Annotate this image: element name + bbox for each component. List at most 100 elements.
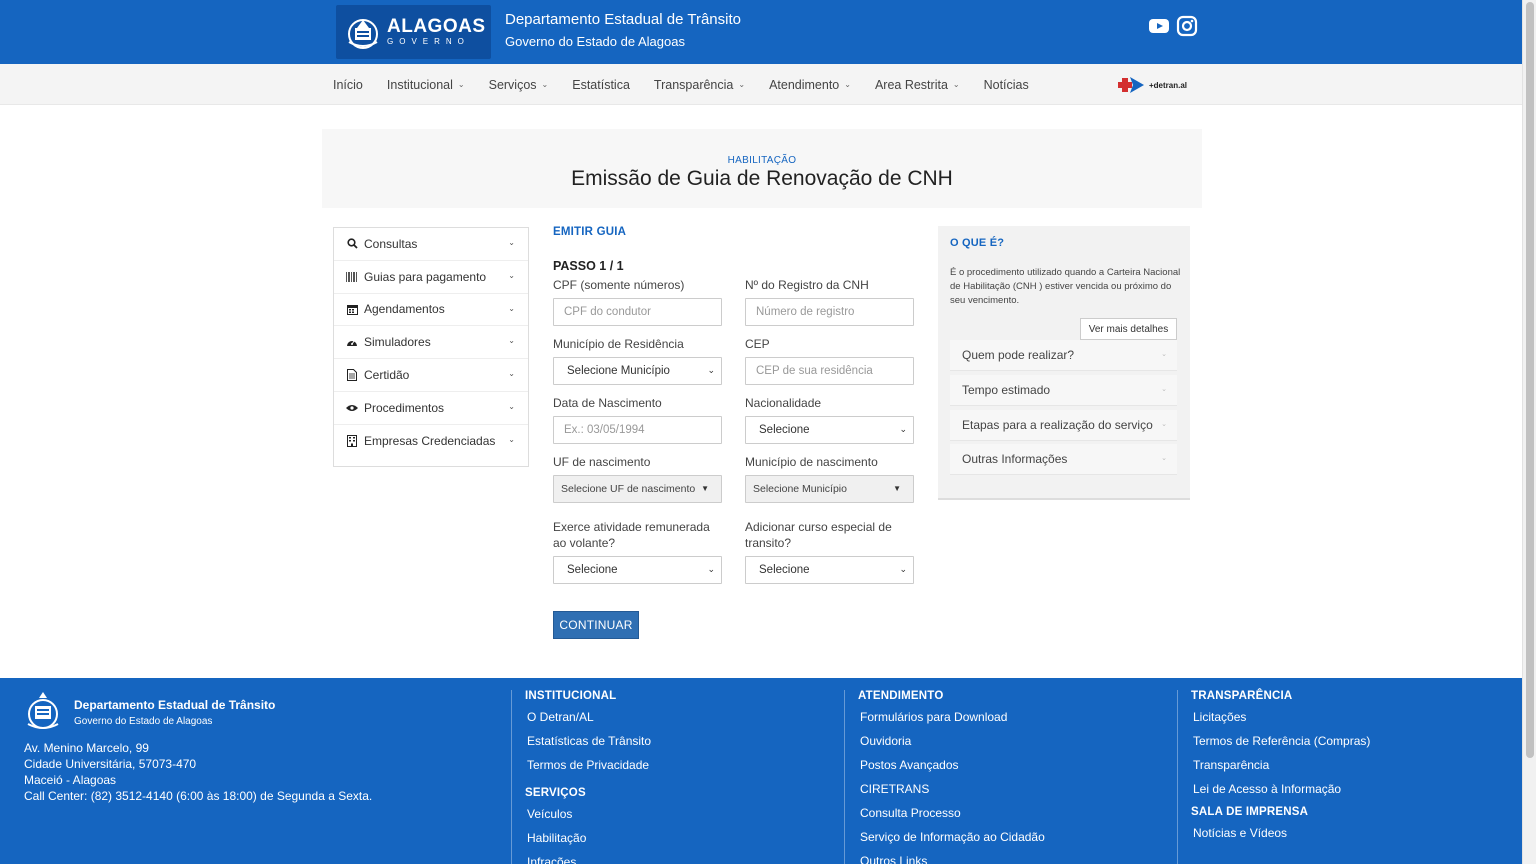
- footer-link[interactable]: Notícias e Vídeos: [1191, 821, 1370, 845]
- nav-servicos[interactable]: Serviços ⌄: [489, 78, 549, 92]
- nacionalidade-group: Nacionalidade Selecione ⌄: [745, 395, 914, 444]
- alagoas-logo[interactable]: ALAGOAS GOVERNO: [336, 5, 491, 59]
- service-info-panel: O QUE É? É o procedimento utilizado quan…: [938, 226, 1190, 500]
- footer-link[interactable]: Postos Avançados: [858, 753, 1045, 777]
- chevron-down-icon: ⌄: [541, 80, 549, 89]
- youtube-icon[interactable]: [1148, 15, 1170, 37]
- chevron-down-icon: ⌄: [952, 80, 960, 89]
- footer-link[interactable]: Ouvidoria: [858, 729, 1045, 753]
- municipio-residencia-select[interactable]: Selecione Município ⌄: [553, 357, 722, 385]
- chevron-down-icon: ⌄: [1161, 421, 1167, 428]
- info-heading: O QUE É?: [950, 237, 1005, 249]
- nav-atendimento[interactable]: Atendimento ⌄: [769, 78, 851, 92]
- footer-link[interactable]: Serviço de Informação ao Cidadão: [858, 825, 1045, 849]
- nascimento-field-group: Data de Nascimento Ex.: 03/05/1994: [553, 395, 722, 444]
- curso-especial-group: Adicionar curso especial de transito? Se…: [745, 519, 914, 584]
- chevron-down-icon: ⌄: [508, 336, 515, 346]
- nav-inicio[interactable]: Início: [333, 78, 363, 92]
- atividade-remunerada-select[interactable]: Selecione ⌄: [553, 556, 722, 584]
- page-scrollbar[interactable]: [1522, 0, 1536, 864]
- footer-link[interactable]: Habilitação: [525, 826, 651, 850]
- chevron-down-icon: ⌄: [508, 270, 515, 280]
- accordion-etapas[interactable]: Etapas para a realização do serviço ⌄: [950, 410, 1177, 441]
- nav-area-restrita[interactable]: Area Restrita ⌄: [875, 78, 960, 92]
- chevron-down-icon: ⌄: [707, 365, 715, 375]
- nacionalidade-select[interactable]: Selecione ⌄: [745, 416, 914, 444]
- detran-al-logo[interactable]: +detran.al: [1118, 75, 1187, 95]
- footer-link[interactable]: Infrações: [525, 850, 651, 864]
- chevron-down-icon: ⌄: [899, 424, 907, 434]
- footer-link[interactable]: Estatísticas de Trânsito: [525, 729, 651, 753]
- chevron-down-icon: ⌄: [508, 238, 515, 247]
- sidebar-item-guias[interactable]: Guias para pagamento ⌄: [334, 261, 528, 294]
- curso-especial-select[interactable]: Selecione ⌄: [745, 556, 914, 584]
- page-category: HABILITAÇÃO: [727, 155, 797, 166]
- accordion-tempo-estimado[interactable]: Tempo estimado ⌄: [950, 375, 1177, 406]
- footer-link[interactable]: Formulários para Download: [858, 705, 1045, 729]
- footer-link[interactable]: CIRETRANS: [858, 777, 1045, 801]
- footer-link[interactable]: Outros Links: [858, 849, 1045, 864]
- registro-field-group: Nº do Registro da CNH Número de registro: [745, 277, 914, 326]
- footer-org-sub: Governo do Estado de Alagoas: [74, 716, 213, 727]
- uf-nascimento-select[interactable]: Selecione UF de nascimento ▼: [553, 475, 722, 503]
- logo-wordmark: ALAGOAS: [387, 16, 486, 37]
- registro-cnh-input[interactable]: Número de registro: [745, 298, 914, 326]
- logo-subword: GOVERNO: [387, 37, 470, 46]
- service-sidebar: Consultas ⌄ Guias para pagamento ⌄ Agend…: [333, 227, 529, 467]
- sidebar-item-consultas[interactable]: Consultas ⌄: [334, 228, 528, 261]
- footer-link[interactable]: Lei de Acesso à Informação: [1191, 777, 1370, 801]
- nav-estatistica[interactable]: Estatística: [572, 78, 630, 92]
- atividade-remunerada-group: Exerce atividade remunerada ao volante? …: [553, 519, 722, 584]
- scrollbar-thumb[interactable]: [1526, 2, 1534, 758]
- nav-noticias[interactable]: Notícias: [984, 78, 1029, 92]
- ver-mais-detalhes-button[interactable]: Ver mais detalhes: [1080, 318, 1177, 340]
- chevron-down-icon: ⌄: [508, 434, 515, 444]
- chevron-down-icon: ⌄: [1161, 351, 1167, 358]
- caret-down-icon: ▼: [701, 484, 709, 493]
- footer-link[interactable]: O Detran/AL: [525, 705, 651, 729]
- sidebar-item-empresas[interactable]: Empresas Credenciadas ⌄: [334, 425, 528, 458]
- nav-transparencia[interactable]: Transparência ⌄: [654, 78, 745, 92]
- calendar-icon: [346, 303, 358, 315]
- footer-link[interactable]: Termos de Referência (Compras): [1191, 729, 1370, 753]
- footer-link[interactable]: Licitações: [1191, 705, 1370, 729]
- page-title: Emissão de Guia de Renovação de CNH: [571, 167, 953, 190]
- footer-link[interactable]: Termos de Privacidade: [525, 753, 651, 777]
- accordion-outras-informacoes[interactable]: Outras Informações ⌄: [950, 444, 1177, 475]
- sidebar-item-agendamentos[interactable]: Agendamentos ⌄: [334, 294, 528, 327]
- chevron-down-icon: ⌄: [508, 369, 515, 379]
- municipio-residencia-group: Município de Residência Selecione Municí…: [553, 336, 722, 385]
- detran-al-text: +detran.al: [1149, 80, 1188, 90]
- data-nascimento-input[interactable]: Ex.: 03/05/1994: [553, 416, 722, 444]
- instagram-icon[interactable]: [1176, 15, 1198, 37]
- chevron-down-icon: ⌄: [508, 401, 515, 411]
- municipio-nascimento-select[interactable]: Selecione Município ▼: [745, 475, 914, 503]
- form-section-title: EMITIR GUIA: [553, 226, 627, 238]
- chevron-down-icon: ⌄: [899, 564, 907, 574]
- footer-link[interactable]: Transparência: [1191, 753, 1370, 777]
- main-nav: Início Institucional ⌄ Serviços ⌄ Estatíst…: [0, 64, 1522, 105]
- sidebar-item-certidao[interactable]: Certidão ⌄: [334, 359, 528, 392]
- footer-col-transparencia: TRANSPARÊNCIA Licitações Termos de Refer…: [1177, 690, 1370, 864]
- footer-link[interactable]: Veículos: [525, 802, 651, 826]
- nav-institucional[interactable]: Institucional ⌄: [387, 78, 465, 92]
- cep-field-group: CEP CEP de sua residência: [745, 336, 914, 385]
- dashboard-icon: [346, 336, 358, 348]
- cpf-input[interactable]: CPF do condutor: [553, 298, 722, 326]
- footer-link[interactable]: Consulta Processo: [858, 801, 1045, 825]
- emitir-guia-form: EMITIR GUIA PASSO 1 / 1 CPF (somente núm…: [553, 226, 915, 639]
- sidebar-item-simuladores[interactable]: Simuladores ⌄: [334, 326, 528, 360]
- sidebar-item-procedimentos[interactable]: Procedimentos ⌄: [334, 392, 528, 425]
- site-title: Departamento Estadual de Trânsito: [505, 11, 741, 28]
- site-subtitle: Governo do Estado de Alagoas: [505, 34, 685, 49]
- chevron-down-icon: ⌄: [1161, 455, 1167, 462]
- accordion-quem-pode[interactable]: Quem pode realizar? ⌄: [950, 340, 1177, 371]
- footer-address: Av. Menino Marcelo, 99 Cidade Universitá…: [24, 741, 373, 803]
- cep-input[interactable]: CEP de sua residência: [745, 357, 914, 385]
- footer-col-atendimento: ATENDIMENTO Formulários para Download Ou…: [844, 690, 1045, 864]
- building-icon: [346, 435, 358, 448]
- continuar-button[interactable]: CONTINUAR: [553, 611, 639, 639]
- top-header: ALAGOAS GOVERNO Departamento Estadual de…: [0, 0, 1522, 64]
- form-step: PASSO 1 / 1: [553, 259, 624, 273]
- chevron-down-icon: ⌄: [508, 303, 515, 313]
